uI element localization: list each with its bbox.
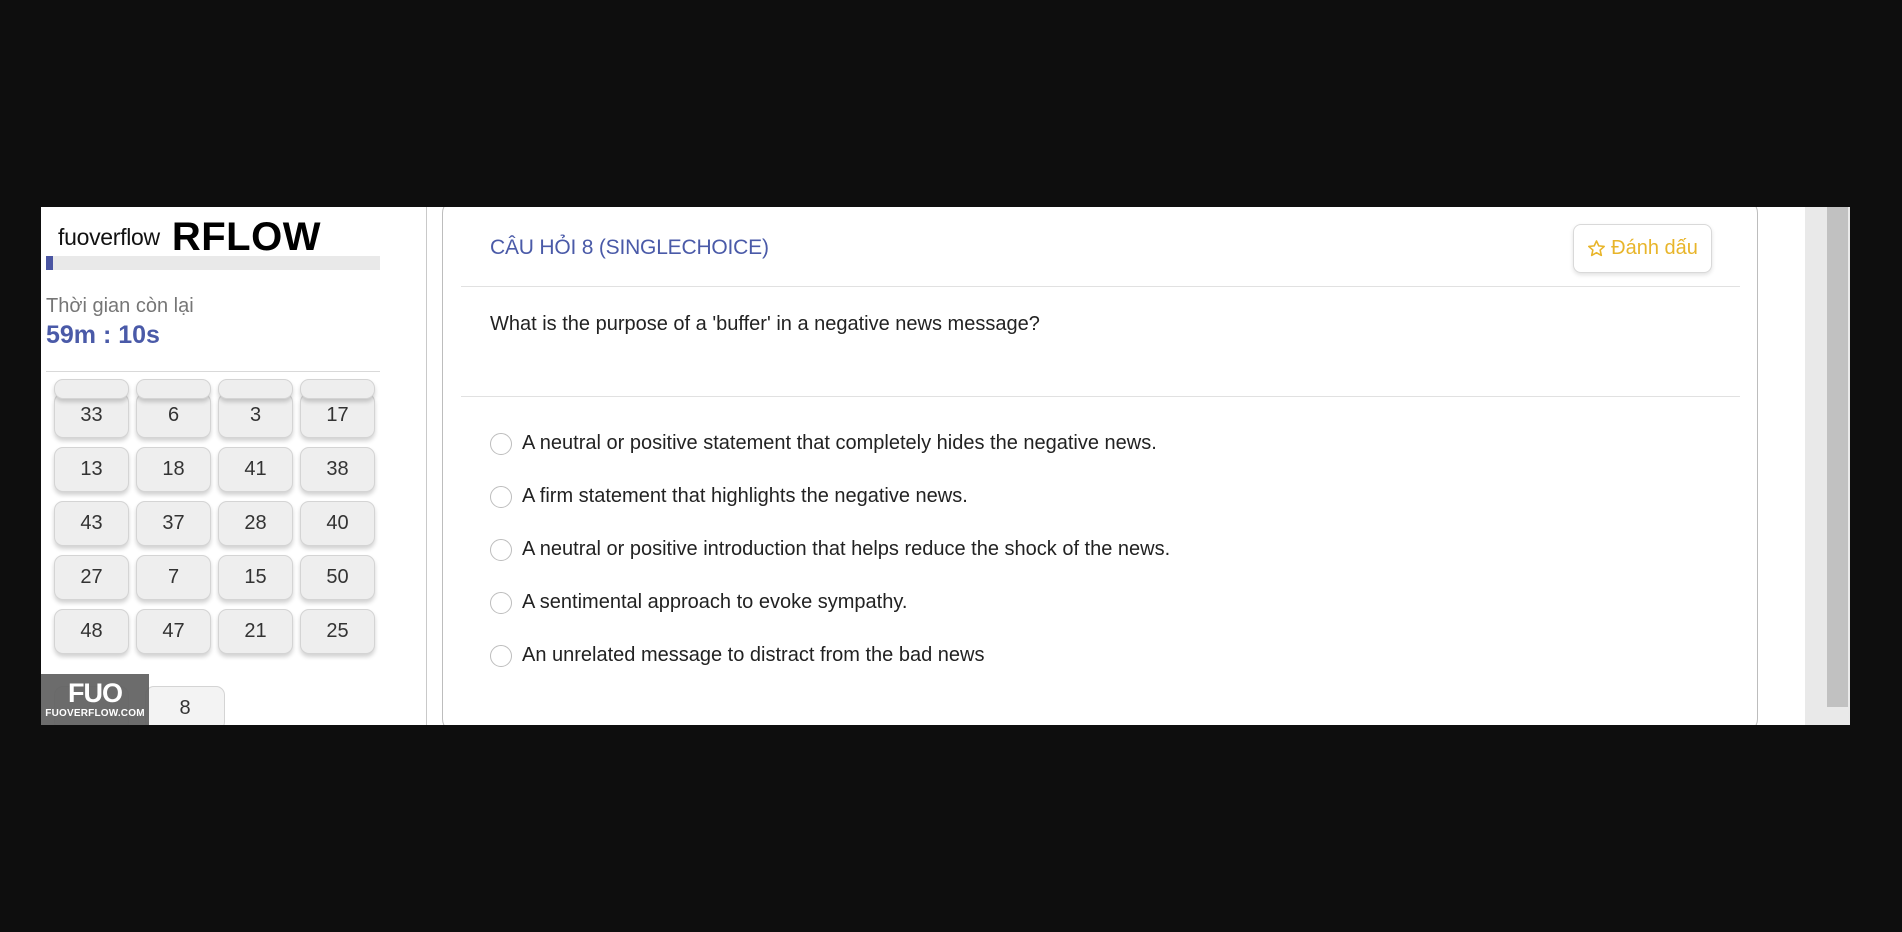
question-button[interactable]: 47 (136, 609, 211, 654)
question-card: CÂU HỎI 8 (SINGLECHOICE) Đánh dấu What i… (442, 207, 1758, 725)
brand-logo: fuoverflow RFLOW (47, 213, 337, 261)
question-button[interactable]: 6 (136, 393, 211, 438)
question-button[interactable]: 38 (300, 447, 375, 492)
answer-option-label: An unrelated message to distract from th… (522, 644, 985, 666)
question-button[interactable]: 48 (54, 609, 129, 654)
question-button[interactable]: 13 (54, 447, 129, 492)
question-button[interactable]: 15 (218, 555, 293, 600)
time-remaining-label: Thời gian còn lại (46, 295, 194, 317)
answer-option[interactable]: A firm statement that highlights the neg… (490, 485, 968, 508)
radio-button[interactable] (490, 538, 512, 561)
time-remaining-value: 59m : 10s (46, 321, 160, 349)
watermark-logo-text: FUO (68, 678, 123, 708)
question-navigator-panel: fuoverflow RFLOW Thời gian còn lại 59m :… (41, 207, 427, 725)
watermark-logo: FUO FUOVERFLOW.COM (41, 674, 149, 725)
question-button[interactable]: 7 (136, 555, 211, 600)
watermark-site-text: FUOVERFLOW.COM (45, 708, 145, 719)
answer-option-label: A neutral or positive introduction that … (522, 538, 1171, 560)
divider (46, 371, 380, 372)
divider (461, 396, 1740, 397)
answer-option[interactable]: A sentimental approach to evoke sympathy… (490, 591, 907, 614)
window-edge (1850, 207, 1859, 725)
question-button[interactable]: 37 (136, 501, 211, 546)
question-button[interactable]: 18 (136, 447, 211, 492)
question-button[interactable]: 3 (218, 393, 293, 438)
question-button[interactable] (218, 379, 293, 399)
question-button[interactable] (300, 379, 375, 399)
question-button[interactable] (54, 379, 129, 399)
question-button[interactable]: 43 (54, 501, 129, 546)
bookmark-button[interactable]: Đánh dấu (1573, 224, 1712, 273)
question-button-current[interactable]: 8 (145, 686, 225, 725)
answer-option[interactable]: An unrelated message to distract from th… (490, 644, 984, 667)
brand-small-text: fuoverflow (58, 223, 160, 250)
progress-bar (46, 256, 380, 270)
divider (461, 286, 1740, 287)
question-button[interactable]: 41 (218, 447, 293, 492)
answer-option[interactable]: A neutral or positive introduction that … (490, 538, 1170, 561)
answer-option[interactable]: A neutral or positive statement that com… (490, 432, 1157, 455)
exam-window: fuoverflow RFLOW Thời gian còn lại 59m :… (41, 207, 1859, 725)
question-button[interactable]: 40 (300, 501, 375, 546)
brand-big-text: RFLOW (171, 214, 321, 259)
scrollbar-thumb[interactable] (1827, 207, 1848, 707)
answer-option-label: A sentimental approach to evoke sympathy… (522, 591, 908, 613)
question-button[interactable]: 33 (54, 393, 129, 438)
answer-option-label: A firm statement that highlights the neg… (522, 485, 968, 507)
answer-option-label: A neutral or positive statement that com… (522, 432, 1157, 454)
question-button[interactable]: 21 (218, 609, 293, 654)
question-grid: 33 6 3 17 13 18 41 38 43 37 28 40 27 7 1… (54, 379, 384, 654)
bookmark-label: Đánh dấu (1611, 237, 1698, 259)
question-button[interactable] (136, 379, 211, 399)
question-button[interactable]: 27 (54, 555, 129, 600)
star-icon (1588, 240, 1606, 257)
question-button[interactable]: 28 (218, 501, 293, 546)
radio-button[interactable] (490, 485, 512, 508)
question-text: What is the purpose of a 'buffer' in a n… (490, 313, 1040, 335)
radio-button[interactable] (490, 591, 512, 614)
question-button[interactable]: 50 (300, 555, 375, 600)
progress-bar-fill (46, 256, 53, 270)
radio-button[interactable] (490, 432, 512, 455)
question-button[interactable]: 25 (300, 609, 375, 654)
question-title: CÂU HỎI 8 (SINGLECHOICE) (490, 236, 769, 259)
radio-button[interactable] (490, 644, 512, 667)
question-button[interactable]: 17 (300, 393, 375, 438)
